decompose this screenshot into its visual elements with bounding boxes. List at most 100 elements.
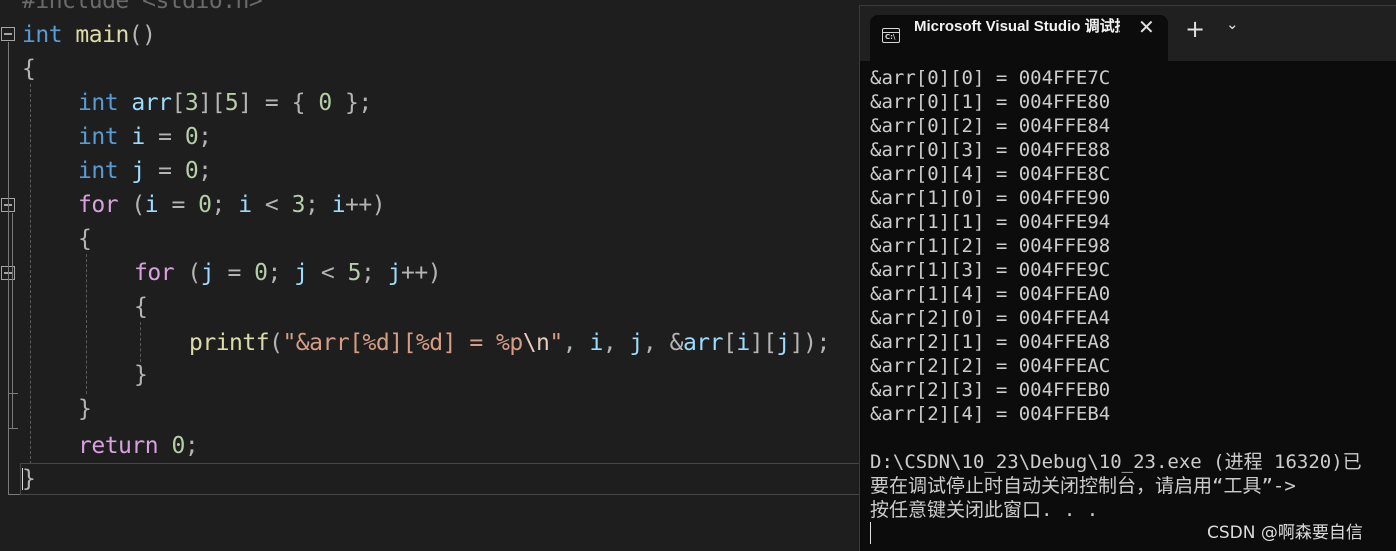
punctuation: < [307, 260, 348, 286]
identifier: i [589, 330, 603, 356]
chevron-down-icon[interactable]: ⌄ [1226, 15, 1239, 57]
number: 0 [171, 433, 185, 459]
output-line: &arr[1][3] = 004FFE9C [870, 259, 1111, 281]
terminal-icon-label: C:\ [885, 33, 896, 41]
code-line-i-decl: int i = 0; [78, 120, 212, 154]
fold-line [8, 42, 9, 494]
number: 0 [254, 260, 268, 286]
punctuation: = [144, 158, 185, 184]
number: 5 [224, 90, 239, 116]
punctuation: = [158, 192, 199, 218]
string-literal: " [549, 330, 563, 356]
punctuation: ++) [345, 192, 386, 218]
identifier: j [294, 260, 308, 286]
debug-console-window[interactable]: C:\ Microsoft Visual Studio 调试控制台 ✕ + ⌄ … [859, 5, 1396, 551]
code-line-j-decl: int j = 0; [78, 154, 212, 188]
identifier: i [331, 192, 346, 218]
code-line-brace-open: { [78, 226, 92, 252]
identifier: arr [131, 90, 172, 116]
code-line-brace-open: { [134, 294, 148, 320]
punctuation: ; [198, 124, 212, 150]
code-line-outer-for: for (i = 0; i < 3; i++) [78, 188, 386, 222]
escape-sequence: \n [522, 330, 550, 356]
code-line-brace-close: } [78, 396, 92, 422]
string-literal: "&arr[%d][%d] = %p [282, 330, 523, 356]
identifier: j [387, 260, 402, 286]
code-line-include: #include <stdio.h> [22, 0, 263, 14]
punctuation: ; [184, 433, 199, 459]
punctuation: , [642, 330, 670, 356]
punctuation: ( [269, 330, 283, 356]
output-line: &arr[2][1] = 004FFEA8 [870, 331, 1111, 353]
punctuation: , [562, 330, 590, 356]
function-name: main [75, 22, 129, 48]
keyword-int: int [78, 90, 119, 116]
tab-title: Microsoft Visual Studio 调试控制台 [914, 18, 1120, 35]
close-icon[interactable]: ✕ [1138, 15, 1155, 57]
punctuation: }; [331, 90, 372, 116]
identifier: j [131, 158, 145, 184]
code-line-brace-open: { [22, 56, 36, 82]
console-tab[interactable]: C:\ Microsoft Visual Studio 调试控制台 ✕ [870, 15, 1168, 61]
output-line: &arr[0][2] = 004FFE84 [870, 115, 1111, 137]
code-line-brace-close: } [22, 466, 36, 492]
code-line-inner-for: for (j = 0; j < 5; j++) [134, 256, 442, 290]
punctuation: ][ [198, 90, 225, 116]
identifier: i [736, 330, 750, 356]
punctuation: ( [174, 260, 201, 286]
number: 5 [347, 260, 362, 286]
punctuation: () [128, 22, 156, 48]
output-line: &arr[1][0] = 004FFE90 [870, 187, 1111, 209]
identifier: i [238, 192, 252, 218]
punctuation: < [251, 192, 292, 218]
fold-toggle-main[interactable] [1, 27, 15, 41]
output-line: &arr[0][1] = 004FFE80 [870, 91, 1111, 113]
exit-message: D:\CSDN\10_23\Debug\10_23.exe (进程 16320)… [870, 451, 1362, 473]
output-line: &arr[2][2] = 004FFEAC [870, 355, 1111, 377]
fold-line-end [8, 494, 20, 495]
fold-line-end-outer [8, 428, 18, 429]
punctuation: ; [304, 192, 332, 218]
identifier: i [144, 192, 159, 218]
indent-guide [86, 254, 87, 394]
output-line: &arr[1][2] = 004FFE98 [870, 235, 1111, 257]
code-line-brace-close: } [134, 362, 148, 388]
terminal-icon: C:\ [882, 28, 900, 43]
punctuation: [ [723, 330, 737, 356]
output-line: &arr[0][4] = 004FFE8C [870, 163, 1111, 185]
punctuation: ][ [749, 330, 777, 356]
punctuation: ; [211, 192, 239, 218]
code-line-printf: printf("&arr[%d][%d] = %p\n", i, j, &arr… [189, 326, 830, 360]
punctuation: ( [118, 192, 145, 218]
fold-line-end-nested [8, 393, 18, 394]
code-line-return: return 0; [78, 429, 199, 463]
console-titlebar[interactable]: C:\ Microsoft Visual Studio 调试控制台 ✕ + ⌄ [860, 6, 1396, 61]
output-line: &arr[2][3] = 004FFEB0 [870, 379, 1111, 401]
punctuation: ; [198, 158, 212, 184]
hint-message: 要在调试停止时自动关闭控制台，请启用“工具”-> [870, 475, 1296, 497]
function-name: printf [189, 330, 270, 356]
punctuation: [ [171, 90, 185, 116]
current-line-highlight [20, 463, 865, 495]
identifier: j [776, 330, 790, 356]
punctuation: & [669, 330, 684, 356]
punctuation: ++) [401, 260, 442, 286]
output-line: &arr[0][3] = 004FFE88 [870, 139, 1111, 161]
fold-line-nested [12, 213, 13, 429]
console-caret [870, 522, 871, 544]
text-caret [22, 468, 23, 490]
indent-guide [140, 322, 141, 362]
keyword-int: int [78, 124, 119, 150]
output-line: &arr[2][0] = 004FFEA4 [870, 307, 1111, 329]
punctuation: = [144, 124, 185, 150]
punctuation: ]); [789, 330, 831, 356]
punctuation: , [602, 330, 630, 356]
code-line-arr-decl: int arr[3][5] = { 0 }; [78, 86, 372, 120]
code-line-main: int main() [22, 18, 156, 52]
identifier: arr [682, 330, 724, 356]
number: 0 [198, 192, 212, 218]
new-tab-button[interactable]: + [1185, 15, 1205, 57]
keyword-for: for [78, 192, 119, 218]
identifier: j [200, 260, 215, 286]
punctuation: = [214, 260, 255, 286]
